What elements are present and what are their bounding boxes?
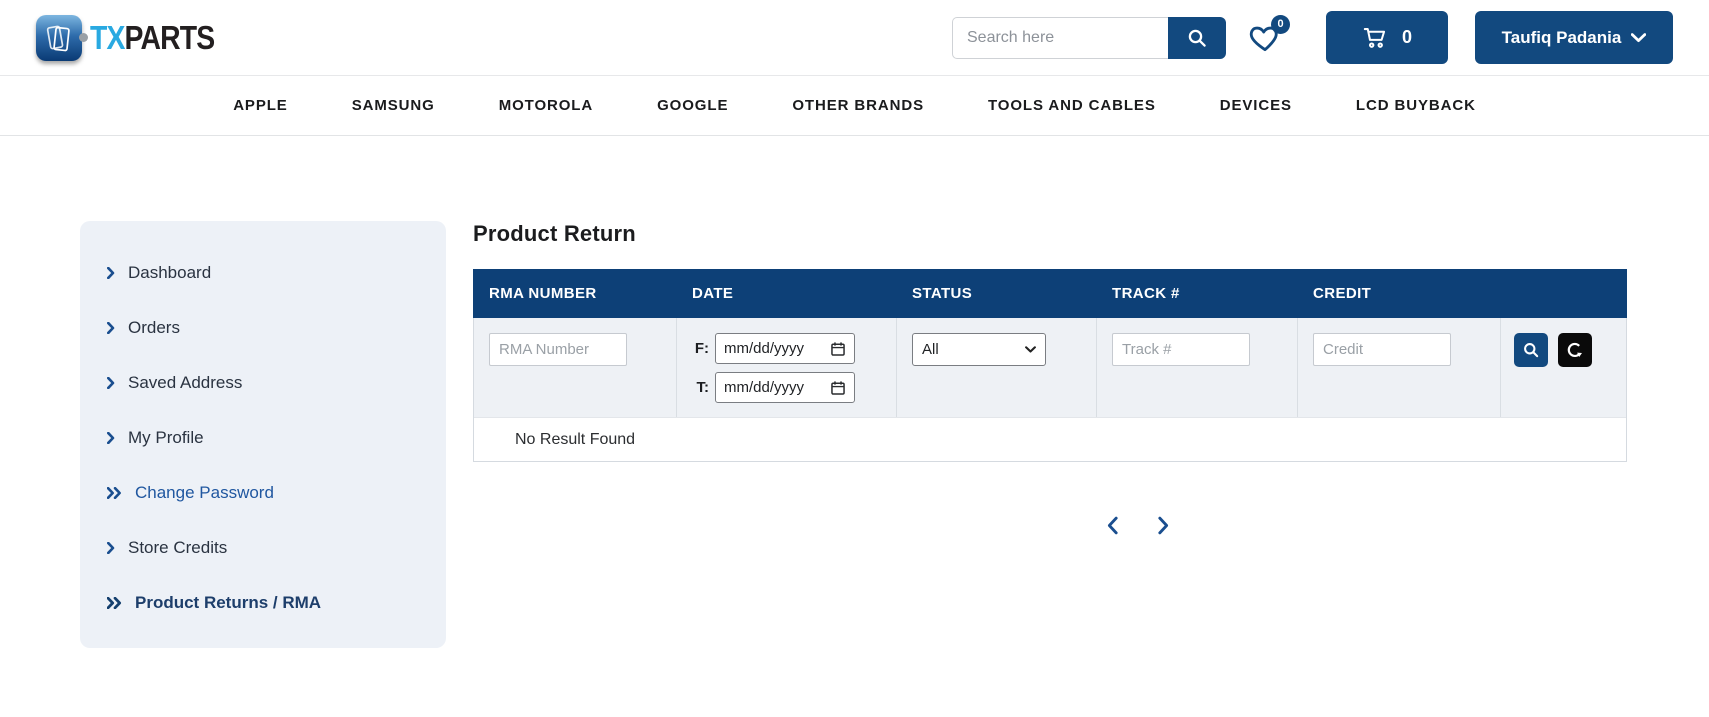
filter-cell-actions (1501, 318, 1626, 417)
filter-cell-track (1097, 318, 1298, 417)
wishlist-button[interactable]: 0 (1246, 19, 1284, 57)
main-panel: Product Return RMA NUMBER DATE STATUS TR… (473, 221, 1627, 648)
sidebar-item-my-profile[interactable]: My Profile (80, 410, 446, 465)
table-header-row: RMA NUMBER DATE STATUS TRACK # CREDIT (473, 269, 1627, 318)
double-chevron-right-icon (107, 597, 122, 609)
cart-count: 0 (1402, 27, 1412, 48)
chevron-right-icon (107, 377, 115, 389)
user-name: Taufiq Padania (1502, 28, 1622, 48)
sidebar-item-label: Orders (128, 318, 180, 338)
search-icon (1521, 340, 1541, 360)
sidebar-item-label: Saved Address (128, 373, 242, 393)
filter-search-button[interactable] (1514, 333, 1548, 367)
chevron-right-icon (107, 267, 115, 279)
credit-input[interactable] (1313, 333, 1451, 366)
brand-name-tx: TX (90, 19, 125, 56)
main-nav: APPLE SAMSUNG MOTOROLA GOOGLE OTHER BRAN… (0, 75, 1709, 136)
sidebar-item-dashboard[interactable]: Dashboard (80, 245, 446, 300)
chevron-right-icon (107, 432, 115, 444)
empty-results-row: No Result Found (474, 417, 1626, 461)
page-title: Product Return (473, 221, 1627, 247)
date-to-input[interactable]: mm/dd/yyyy (715, 372, 855, 403)
sidebar-item-label: Product Returns / RMA (135, 593, 321, 613)
header-actions: 0 0 Taufiq Padania (952, 11, 1673, 64)
user-menu-button[interactable]: Taufiq Padania (1475, 11, 1673, 64)
site-header: TXPARTS 0 (0, 0, 1709, 75)
column-header-date: DATE (676, 285, 896, 302)
brand-logo-icon (36, 15, 82, 61)
nav-item-motorola[interactable]: MOTOROLA (499, 97, 593, 114)
track-number-input[interactable] (1112, 333, 1250, 366)
date-to-value: mm/dd/yyyy (724, 379, 804, 396)
sidebar-item-saved-address[interactable]: Saved Address (80, 355, 446, 410)
pagination-prev-button[interactable] (1102, 514, 1123, 537)
page-content: Dashboard Orders Saved Address My Profil… (0, 221, 1709, 648)
column-header-status: STATUS (896, 285, 1096, 302)
nav-item-apple[interactable]: APPLE (233, 97, 288, 114)
sidebar-item-label: Change Password (135, 483, 274, 503)
nav-item-other-brands[interactable]: OTHER BRANDS (792, 97, 924, 114)
cart-icon (1362, 25, 1389, 50)
sidebar-item-change-password[interactable]: Change Password (80, 465, 446, 520)
search-input[interactable] (952, 17, 1168, 59)
refresh-icon (1565, 340, 1585, 360)
sidebar-item-label: Store Credits (128, 538, 227, 558)
filter-row: F: mm/dd/yyyy (474, 318, 1626, 417)
brand-name-parts: PARTS (125, 19, 215, 56)
filter-cell-rma (474, 318, 677, 417)
brand-name: TXPARTS (90, 19, 214, 57)
date-from-label: F: (692, 340, 709, 357)
sidebar-item-orders[interactable]: Orders (80, 300, 446, 355)
product-return-table: RMA NUMBER DATE STATUS TRACK # CREDIT F: (473, 269, 1627, 462)
chevron-down-icon (1025, 346, 1036, 353)
table-body: F: mm/dd/yyyy (473, 318, 1627, 462)
double-chevron-right-icon (107, 487, 122, 499)
phone-screens-icon (43, 21, 75, 55)
search-icon (1185, 26, 1209, 50)
chevron-right-icon (107, 542, 115, 554)
chevron-down-icon (1631, 33, 1646, 43)
pagination-next-button[interactable] (1153, 514, 1174, 537)
account-sidebar: Dashboard Orders Saved Address My Profil… (80, 221, 446, 648)
filter-reset-button[interactable] (1558, 333, 1592, 367)
calendar-icon (830, 341, 846, 357)
status-select[interactable]: All (912, 333, 1046, 366)
nav-item-samsung[interactable]: SAMSUNG (352, 97, 435, 114)
nav-item-tools-and-cables[interactable]: TOOLS AND CABLES (988, 97, 1156, 114)
nav-item-google[interactable]: GOOGLE (657, 97, 728, 114)
logo-dot (79, 33, 88, 42)
pagination (561, 514, 1709, 537)
nav-item-lcd-buyback[interactable]: LCD BUYBACK (1356, 97, 1476, 114)
sidebar-item-store-credits[interactable]: Store Credits (80, 520, 446, 575)
nav-item-devices[interactable]: DEVICES (1220, 97, 1292, 114)
status-select-value: All (922, 341, 939, 358)
sidebar-item-label: My Profile (128, 428, 204, 448)
empty-results-message: No Result Found (515, 431, 635, 449)
rma-number-input[interactable] (489, 333, 627, 366)
wishlist-count-badge: 0 (1271, 15, 1290, 34)
sidebar-item-product-returns-rma[interactable]: Product Returns / RMA (80, 575, 446, 630)
date-to-label: T: (692, 379, 709, 396)
column-header-credit: CREDIT (1297, 285, 1500, 302)
column-header-track: TRACK # (1096, 285, 1297, 302)
chevron-right-icon (1155, 516, 1172, 535)
search-bar (952, 17, 1226, 59)
calendar-icon (830, 380, 846, 396)
brand-logo[interactable]: TXPARTS (36, 15, 235, 61)
filter-cell-credit (1298, 318, 1501, 417)
filter-cell-status: All (897, 318, 1097, 417)
cart-button[interactable]: 0 (1326, 11, 1448, 64)
search-button[interactable] (1168, 17, 1226, 59)
date-from-input[interactable]: mm/dd/yyyy (715, 333, 855, 364)
date-from-value: mm/dd/yyyy (724, 340, 804, 357)
sidebar-item-label: Dashboard (128, 263, 211, 283)
column-header-rma-number: RMA NUMBER (473, 285, 676, 302)
chevron-left-icon (1104, 516, 1121, 535)
filter-cell-date: F: mm/dd/yyyy (677, 318, 897, 417)
chevron-right-icon (107, 322, 115, 334)
